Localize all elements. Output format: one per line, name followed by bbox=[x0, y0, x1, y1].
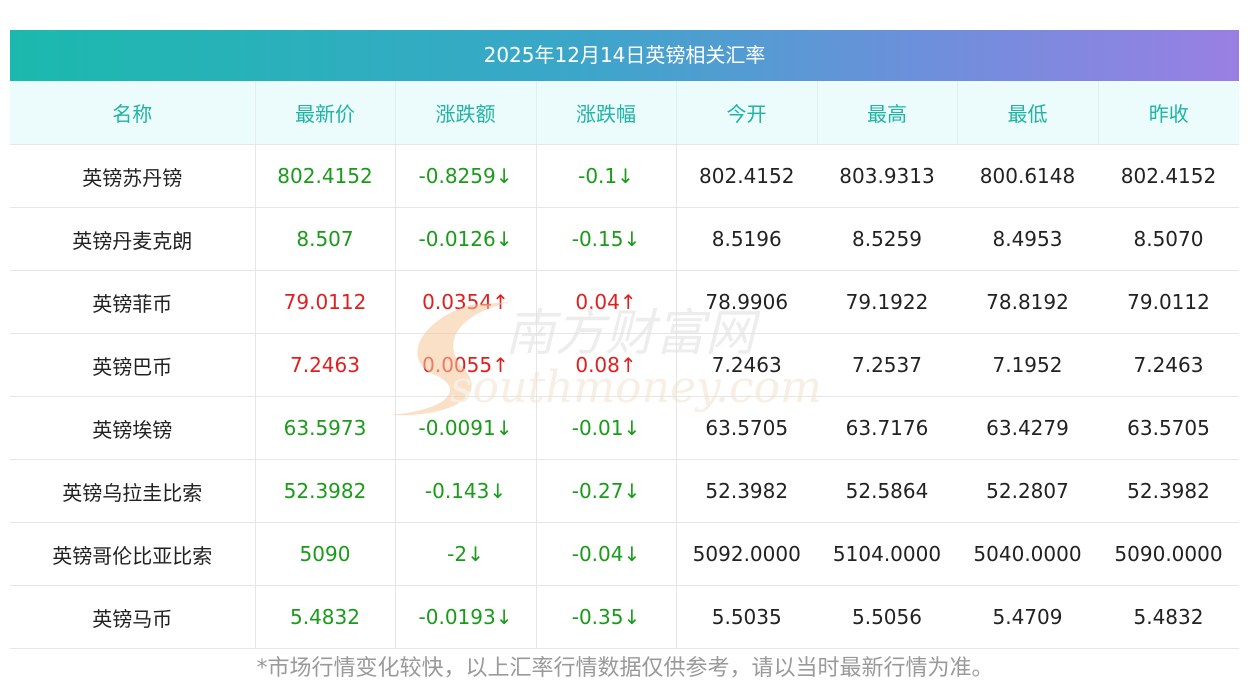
cell-prev: 7.2463 bbox=[1098, 333, 1239, 397]
cell-open: 7.2463 bbox=[676, 333, 817, 397]
cell-change: -2↓ bbox=[395, 522, 537, 586]
cell-prev: 8.5070 bbox=[1098, 207, 1239, 271]
header-pct: 涨跌幅 bbox=[536, 81, 677, 145]
cell-high: 5104.0000 bbox=[817, 522, 957, 586]
table-row: 英镑苏丹镑 802.4152 -0.8259↓ -0.1↓ 802.4152 803.93… bbox=[10, 144, 1239, 208]
cell-low: 8.4953 bbox=[957, 207, 1098, 271]
cell-latest: 8.507 bbox=[255, 207, 396, 271]
cell-prev: 79.0112 bbox=[1098, 270, 1239, 334]
cell-latest: 802.4152 bbox=[255, 144, 396, 208]
cell-name: 英镑哥伦比亚比索 bbox=[10, 522, 256, 586]
header-name: 名称 bbox=[10, 81, 256, 145]
cell-pct: -0.1↓ bbox=[536, 144, 677, 208]
cell-pct: -0.35↓ bbox=[536, 585, 677, 649]
cell-change: -0.0193↓ bbox=[395, 585, 537, 649]
cell-low: 5040.0000 bbox=[957, 522, 1098, 586]
cell-low: 800.6148 bbox=[957, 144, 1098, 208]
cell-change: 0.0055↑ bbox=[395, 333, 537, 397]
cell-latest: 63.5973 bbox=[255, 396, 396, 460]
cell-open: 8.5196 bbox=[676, 207, 817, 271]
cell-change: -0.8259↓ bbox=[395, 144, 537, 208]
cell-high: 5.5056 bbox=[817, 585, 957, 649]
table-row: 英镑哥伦比亚比索 5090 -2↓ -0.04↓ 5092.0000 5104.0000 5… bbox=[10, 522, 1239, 586]
header-latest: 最新价 bbox=[255, 81, 396, 145]
cell-high: 63.7176 bbox=[817, 396, 957, 460]
cell-pct: -0.15↓ bbox=[536, 207, 677, 271]
cell-low: 78.8192 bbox=[957, 270, 1098, 334]
cell-open: 78.9906 bbox=[676, 270, 817, 334]
cell-high: 803.9313 bbox=[817, 144, 957, 208]
cell-high: 8.5259 bbox=[817, 207, 957, 271]
cell-change: -0.0126↓ bbox=[395, 207, 537, 271]
cell-name: 英镑乌拉圭比索 bbox=[10, 459, 256, 523]
table-row: 英镑乌拉圭比索 52.3982 -0.143↓ -0.27↓ 52.3982 52.586… bbox=[10, 459, 1239, 523]
cell-high: 52.5864 bbox=[817, 459, 957, 523]
cell-open: 802.4152 bbox=[676, 144, 817, 208]
table-row: 英镑巴币 7.2463 0.0055↑ 0.08↑ 7.2463 7.2537 7.1952… bbox=[10, 333, 1239, 397]
cell-low: 5.4709 bbox=[957, 585, 1098, 649]
cell-change: 0.0354↑ bbox=[395, 270, 537, 334]
cell-name: 英镑马币 bbox=[10, 585, 256, 649]
cell-open: 5.5035 bbox=[676, 585, 817, 649]
table-row: 英镑丹麦克朗 8.507 -0.0126↓ -0.15↓ 8.5196 8.5259 8.4… bbox=[10, 207, 1239, 271]
table-row: 英镑菲币 79.0112 0.0354↑ 0.04↑ 78.9906 79.1922 78.… bbox=[10, 270, 1239, 334]
cell-open: 63.5705 bbox=[676, 396, 817, 460]
cell-pct: -0.04↓ bbox=[536, 522, 677, 586]
table-title: 2025年12月14日英镑相关汇率 bbox=[10, 30, 1239, 81]
cell-change: -0.143↓ bbox=[395, 459, 537, 523]
header-prev: 昨收 bbox=[1098, 81, 1239, 145]
cell-pct: 0.08↑ bbox=[536, 333, 677, 397]
header-open: 今开 bbox=[676, 81, 818, 145]
cell-low: 7.1952 bbox=[957, 333, 1098, 397]
cell-change: -0.0091↓ bbox=[395, 396, 537, 460]
cell-prev: 5090.0000 bbox=[1098, 522, 1239, 586]
cell-prev: 52.3982 bbox=[1098, 459, 1239, 523]
cell-prev: 5.4832 bbox=[1098, 585, 1239, 649]
header-change: 涨跌额 bbox=[395, 81, 537, 145]
cell-name: 英镑苏丹镑 bbox=[10, 144, 256, 208]
cell-prev: 802.4152 bbox=[1098, 144, 1239, 208]
cell-high: 79.1922 bbox=[817, 270, 957, 334]
cell-prev: 63.5705 bbox=[1098, 396, 1239, 460]
footnote: *市场行情变化较快，以上汇率行情数据仅供参考，请以当时最新行情为准。 bbox=[256, 656, 994, 681]
header-row: 名称 最新价 涨跌额 涨跌幅 今开 最高 最低 昨收 bbox=[10, 81, 1239, 145]
table-row: 英镑埃镑 63.5973 -0.0091↓ -0.01↓ 63.5705 63.7176 6… bbox=[10, 396, 1239, 460]
table-row: 英镑马币 5.4832 -0.0193↓ -0.35↓ 5.5035 5.5056 5.47… bbox=[10, 585, 1239, 649]
cell-low: 63.4279 bbox=[957, 396, 1098, 460]
cell-low: 52.2807 bbox=[957, 459, 1098, 523]
cell-high: 7.2537 bbox=[817, 333, 957, 397]
cell-latest: 5090 bbox=[255, 522, 396, 586]
rate-table-panel: 2025年12月14日英镑相关汇率 名称 最新价 涨跌额 涨跌幅 今开 最高 最… bbox=[10, 30, 1239, 649]
cell-latest: 52.3982 bbox=[255, 459, 396, 523]
cell-latest: 79.0112 bbox=[255, 270, 396, 334]
cell-latest: 7.2463 bbox=[255, 333, 396, 397]
cell-open: 52.3982 bbox=[676, 459, 817, 523]
cell-name: 英镑埃镑 bbox=[10, 396, 256, 460]
cell-name: 英镑巴币 bbox=[10, 333, 256, 397]
rate-table: 名称 最新价 涨跌额 涨跌幅 今开 最高 最低 昨收 英镑苏丹镑 802.4152… bbox=[10, 81, 1239, 649]
cell-pct: -0.27↓ bbox=[536, 459, 677, 523]
header-high: 最高 bbox=[817, 81, 958, 145]
cell-pct: -0.01↓ bbox=[536, 396, 677, 460]
cell-name: 英镑菲币 bbox=[10, 270, 256, 334]
cell-name: 英镑丹麦克朗 bbox=[10, 207, 256, 271]
header-low: 最低 bbox=[957, 81, 1099, 145]
cell-open: 5092.0000 bbox=[676, 522, 817, 586]
cell-latest: 5.4832 bbox=[255, 585, 396, 649]
cell-pct: 0.04↑ bbox=[536, 270, 677, 334]
